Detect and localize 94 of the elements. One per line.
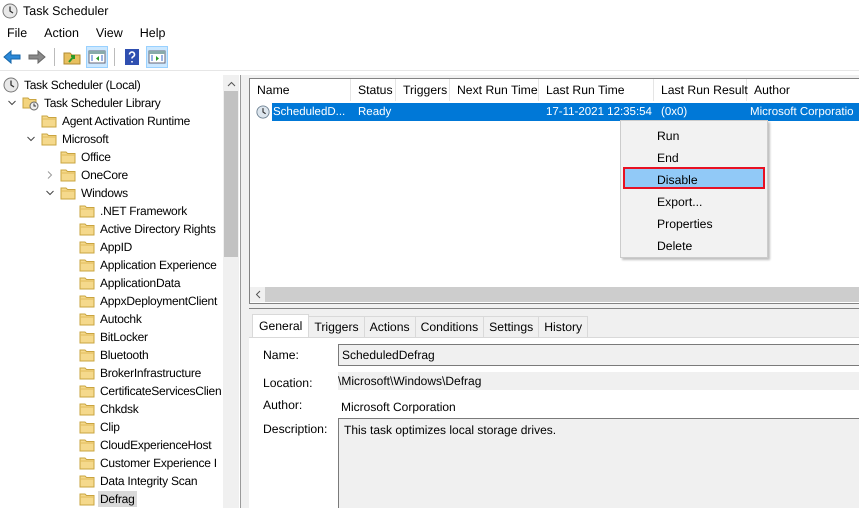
clock-icon — [3, 77, 19, 93]
tree-item[interactable]: Office — [79, 149, 113, 165]
table-cell: Ready — [358, 106, 392, 118]
folder-icon — [79, 491, 95, 507]
name-field[interactable]: ScheduledDefrag — [338, 344, 859, 366]
folder-icon — [79, 401, 95, 417]
menu-item[interactable]: End — [623, 145, 765, 167]
panel-toggle-button[interactable] — [86, 46, 108, 68]
tree-item[interactable]: .NET Framework — [98, 203, 189, 219]
tree-item[interactable]: AppxDeploymentClient — [98, 293, 220, 309]
menu-item[interactable]: Help — [140, 26, 174, 40]
column-header[interactable]: Author — [747, 79, 859, 101]
column-header[interactable]: Next Run Time — [450, 79, 539, 101]
tree-item[interactable]: Defrag — [98, 491, 137, 507]
column-header[interactable]: Status — [351, 79, 396, 101]
folder-icon — [79, 365, 95, 381]
horizontal-scrollbar[interactable] — [250, 287, 859, 302]
chevron-down-icon[interactable] — [7, 98, 17, 108]
chevron-right-icon[interactable] — [45, 170, 55, 180]
tree-item[interactable]: BrokerInfrastructure — [98, 365, 204, 381]
tree-item[interactable]: Windows — [79, 185, 130, 201]
field-label: Name: — [263, 347, 300, 362]
tree-item[interactable]: Task Scheduler Library — [42, 95, 163, 111]
folder-icon — [79, 455, 95, 471]
tree-item[interactable]: Task Scheduler (Local) — [22, 77, 143, 93]
tree-item[interactable]: Customer Experience I — [98, 455, 219, 471]
menu-item[interactable]: Properties — [623, 211, 765, 233]
folder-icon — [79, 257, 95, 273]
scroll-left-icon[interactable] — [255, 290, 261, 299]
table-cell: 17-11-2021 12:35:54 — [546, 106, 652, 118]
chevron-down-icon[interactable] — [26, 134, 36, 144]
task-row[interactable]: ScheduledD... Ready 17-11-2021 12:35:54 (0x0) Microsoft Corporatio — [272, 103, 859, 121]
folder-icon — [79, 473, 95, 489]
column-header[interactable]: Triggers — [396, 79, 450, 101]
folder-icon — [79, 275, 95, 291]
folder-icon — [79, 437, 95, 453]
folder-icon — [79, 419, 95, 435]
tree-item[interactable]: Application Experience — [98, 257, 219, 273]
folder-icon — [79, 203, 95, 219]
table-cell: (0x0) — [661, 106, 688, 118]
location-value: \Microsoft\Windows\Defrag — [338, 372, 859, 390]
clock-icon — [256, 105, 270, 119]
tab[interactable]: History — [538, 316, 588, 337]
panel-toggle-button[interactable] — [146, 46, 168, 68]
tree-item[interactable]: CloudExperienceHost — [98, 437, 214, 453]
column-header[interactable]: Last Run Result — [654, 79, 747, 101]
tree-item[interactable]: Clip — [98, 419, 122, 435]
tree-item[interactable]: Bluetooth — [98, 347, 150, 363]
field-label: Description: — [263, 421, 328, 436]
tree-item[interactable]: Agent Activation Runtime — [60, 113, 192, 129]
table-cell: Microsoft Corporatio — [750, 106, 854, 118]
folder-icon — [79, 239, 95, 255]
folder-clock-icon — [22, 95, 39, 111]
tree-item[interactable]: Chkdsk — [98, 401, 141, 417]
chevron-down-icon[interactable] — [45, 188, 55, 198]
window-title: Task Scheduler — [23, 4, 108, 18]
folder-icon — [79, 293, 95, 309]
folder-icon — [41, 131, 57, 147]
folder-icon — [79, 221, 95, 237]
field-label: Location: — [263, 375, 314, 390]
menu-item[interactable]: File — [7, 26, 36, 40]
menu-item[interactable]: Action — [44, 26, 87, 40]
description-box[interactable]: This task optimizes local storage drives. — [338, 418, 859, 508]
field-label: Author: — [263, 397, 304, 412]
menu-item[interactable]: Export... — [623, 189, 765, 211]
folder-icon — [79, 383, 95, 399]
folder-icon — [60, 149, 76, 165]
menu-item[interactable]: Disable — [623, 167, 765, 189]
tab[interactable]: General — [252, 314, 310, 337]
tree-item[interactable]: Microsoft — [60, 131, 110, 147]
folder-icon — [79, 347, 95, 363]
column-header[interactable]: Last Run Time — [539, 79, 654, 101]
tree-item[interactable]: Autochk — [98, 311, 144, 327]
tree-item[interactable]: AppID — [98, 239, 134, 255]
folder-icon — [60, 185, 76, 201]
folder-icon — [60, 167, 76, 183]
tree-item[interactable]: ApplicationData — [98, 275, 182, 291]
tree-item[interactable]: BitLocker — [98, 329, 150, 345]
menu-item[interactable]: Run — [623, 123, 765, 145]
tree-item[interactable]: OneCore — [79, 167, 130, 183]
column-header[interactable]: Name — [250, 79, 351, 101]
author-value: Microsoft Corporation — [340, 399, 456, 414]
menu-item[interactable]: Delete — [623, 233, 765, 255]
vertical-scrollbar[interactable] — [223, 75, 239, 508]
tree-item[interactable]: Data Integrity Scan — [98, 473, 200, 489]
folder-icon — [41, 113, 57, 129]
clock-icon — [2, 3, 18, 19]
tree-item[interactable]: CertificateServicesClien — [98, 383, 223, 399]
menu-item[interactable]: View — [96, 26, 131, 40]
tree-item[interactable]: Active Directory Rights — [98, 221, 218, 237]
table-cell: ScheduledD... — [273, 106, 346, 118]
folder-icon — [79, 311, 95, 327]
scroll-up-icon[interactable] — [227, 81, 236, 87]
folder-icon — [79, 329, 95, 345]
